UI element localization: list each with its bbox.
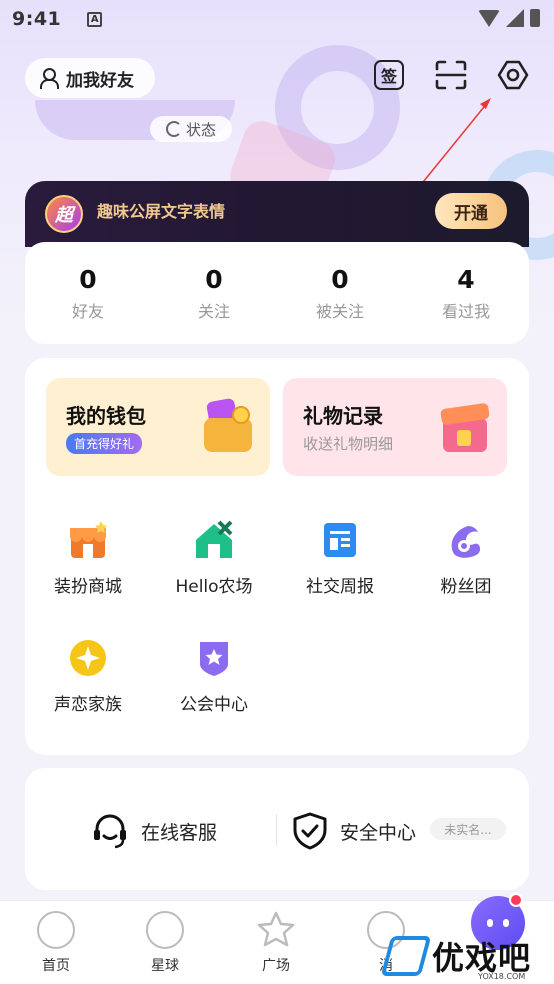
grid-item-voice-family[interactable]: 声恋家族	[25, 638, 151, 715]
stat-label: 好友	[71, 301, 104, 321]
stat-friends[interactable]: 0 好友	[25, 242, 151, 344]
mascot-face-icon	[487, 919, 509, 927]
tab-label: 首页	[42, 958, 70, 974]
stat-count: 0	[331, 264, 349, 294]
farm-house-icon	[196, 520, 233, 558]
features-card: 我的钱包 首充得好礼 礼物记录 收送礼物明细 装扮商城 Hello农场 社交周报…	[25, 358, 529, 755]
status-label: 状态	[185, 120, 216, 139]
verification-status-badge: 未实名...	[430, 818, 506, 840]
support-label: 在线客服	[141, 821, 218, 844]
add-person-icon	[40, 68, 60, 89]
security-center-button[interactable]: 安全中心	[292, 812, 416, 850]
notification-dot	[509, 893, 523, 907]
status-bar: 9:41 A	[0, 0, 554, 38]
scan-icon	[435, 60, 467, 90]
settings-button[interactable]	[496, 58, 530, 92]
watermark-logo: 优戏吧 YOX18.COM	[380, 930, 552, 982]
tab-home[interactable]: 首页	[26, 911, 86, 975]
vip-banner[interactable]: 超 趣味公屏文字表情 开通	[25, 181, 529, 247]
grid-item-label: 粉丝团	[440, 577, 492, 597]
grid-item-fan-club[interactable]: 粉丝团	[403, 520, 529, 597]
wifi-icon	[478, 9, 500, 27]
battery-icon	[530, 9, 540, 27]
sign-in-button[interactable]: 签	[372, 58, 406, 92]
wallet-icon	[204, 397, 252, 452]
gift-records-card[interactable]: 礼物记录 收送礼物明细	[283, 378, 507, 476]
family-star-icon	[70, 640, 106, 676]
grid-item-label: 装扮商城	[54, 577, 122, 597]
shield-check-icon	[293, 812, 327, 850]
vip-open-button[interactable]: 开通	[435, 193, 507, 229]
grid-item-dressup-shop[interactable]: 装扮商城	[25, 520, 151, 597]
report-icon	[324, 523, 356, 557]
vip-promo-text: 趣味公屏文字表情	[97, 202, 226, 221]
tab-planet[interactable]: 星球	[135, 911, 195, 975]
signal-icon	[506, 9, 524, 27]
sign-in-icon: 签	[374, 60, 404, 90]
security-label: 安全中心	[340, 821, 417, 844]
guild-shield-icon	[200, 642, 228, 676]
shop-icon	[70, 521, 107, 558]
home-ghost-icon	[37, 911, 75, 949]
gift-box-icon	[440, 402, 490, 452]
first-charge-badge: 首充得好礼	[66, 433, 143, 454]
services-card: 在线客服 安全中心 未实名...	[25, 768, 529, 890]
stat-following[interactable]: 0 关注	[151, 242, 277, 344]
grid-item-social-report[interactable]: 社交周报	[277, 520, 403, 597]
add-friend-button[interactable]: 加我好友	[25, 58, 155, 98]
scan-button[interactable]	[434, 58, 468, 92]
tab-label: 广场	[262, 958, 290, 974]
watermark-url: YOX18.COM	[478, 972, 526, 981]
settings-gear-icon	[497, 60, 529, 90]
online-support-button[interactable]: 在线客服	[91, 812, 217, 850]
planet-icon	[146, 911, 184, 949]
status-moon-icon	[165, 121, 182, 137]
add-friend-label: 加我好友	[66, 70, 134, 91]
stat-followers[interactable]: 0 被关注	[277, 242, 403, 344]
stat-count: 0	[205, 264, 223, 294]
headset-icon	[94, 814, 126, 849]
status-selector[interactable]: 状态	[150, 116, 232, 142]
stat-label: 看过我	[441, 301, 490, 321]
grid-item-guild-center[interactable]: 公会中心	[151, 638, 277, 715]
grid-item-label: 公会中心	[180, 695, 248, 715]
watermark-logo-icon	[380, 936, 432, 976]
grid-item-label: Hello农场	[175, 577, 253, 597]
stats-card: 0 好友 0 关注 0 被关注 4 看过我	[25, 242, 529, 344]
grid-item-hello-farm[interactable]: Hello农场	[151, 520, 277, 597]
stat-label: 关注	[197, 301, 230, 321]
clock: 9:41	[12, 8, 62, 30]
tab-square[interactable]: 广场	[246, 911, 306, 975]
fan-club-icon	[451, 526, 481, 558]
grid-item-label: 声恋家族	[54, 695, 122, 715]
my-wallet-card[interactable]: 我的钱包 首充得好礼	[46, 378, 270, 476]
grid-item-label: 社交周报	[306, 577, 374, 597]
tab-label: 星球	[151, 958, 179, 974]
stat-label: 被关注	[315, 301, 364, 321]
stat-count: 4	[457, 264, 475, 294]
star-icon	[257, 911, 295, 947]
notification-a-icon: A	[87, 11, 103, 27]
divider	[276, 814, 277, 846]
super-vip-badge-icon: 超	[45, 195, 83, 233]
stat-visitors[interactable]: 4 看过我	[403, 242, 529, 344]
stat-count: 0	[79, 264, 97, 294]
